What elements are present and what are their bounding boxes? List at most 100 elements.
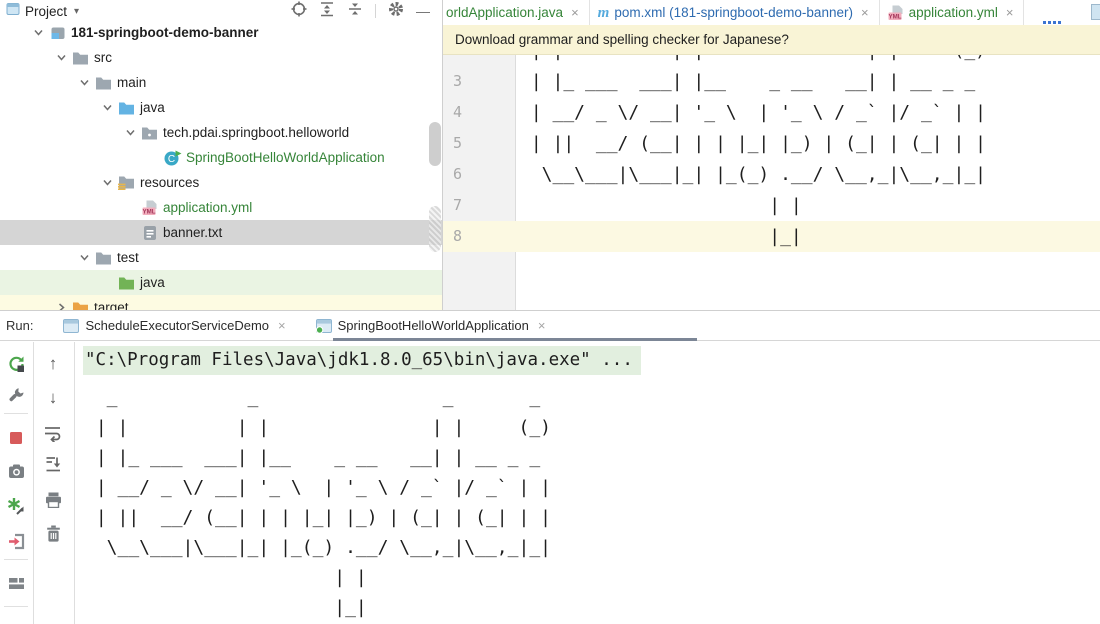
- editor-tab[interactable]: orldApplication.java ×: [443, 0, 590, 25]
- down-stack-icon[interactable]: ↓: [42, 387, 64, 409]
- expand-all-icon[interactable]: [319, 1, 335, 22]
- thread-dump-camera-icon[interactable]: [5, 460, 27, 482]
- separator: [4, 606, 28, 607]
- chevron-right-icon[interactable]: [53, 300, 69, 311]
- run-tab-selected[interactable]: SpringBootHelloWorldApplication ×: [308, 311, 554, 340]
- print-icon[interactable]: [42, 489, 64, 511]
- chevron-down-icon[interactable]: [122, 125, 138, 141]
- tree-item[interactable]: resources: [0, 170, 442, 195]
- folder-icon: [94, 74, 113, 91]
- run-tab[interactable]: ScheduleExecutorServiceDemo×: [55, 311, 293, 340]
- editor-tab-label: application.yml: [909, 5, 998, 20]
- project-view-selector[interactable]: Project ▾: [6, 2, 79, 21]
- tree-item-label: banner.txt: [163, 225, 222, 240]
- yaml-file-icon: YML: [888, 5, 904, 21]
- collapse-all-icon[interactable]: [347, 1, 363, 22]
- scroll-to-end-icon[interactable]: [42, 453, 64, 475]
- separator: [4, 413, 28, 414]
- run-header: Run: ScheduleExecutorServiceDemo× SpringB…: [0, 311, 1100, 341]
- tree-item[interactable]: main: [0, 70, 442, 95]
- settings-wrench-icon[interactable]: [5, 384, 27, 406]
- run-panel-label: Run:: [6, 318, 33, 333]
- notification-banner[interactable]: Download grammar and spelling checker fo…: [443, 25, 1100, 55]
- editor-text[interactable]: _ _ _ _ | | | | | | (_) | |_ ___ ___| |_…: [520, 25, 986, 252]
- coverage-icon[interactable]: [5, 495, 27, 517]
- tree-item-label: target: [94, 300, 129, 310]
- separator: [375, 4, 376, 18]
- chevron-spacer: [122, 225, 138, 241]
- stop-icon[interactable]: [5, 427, 27, 449]
- package-icon: [140, 124, 159, 141]
- separator: [4, 559, 28, 560]
- svg-text:YML: YML: [888, 13, 901, 20]
- editor-tab-bar: orldApplication.java×mpom.xml (181-sprin…: [443, 0, 1100, 25]
- editor-tab[interactable]: YML application.yml ×: [880, 0, 1025, 25]
- tree-item[interactable]: target: [0, 295, 442, 310]
- restore-layout-icon[interactable]: [5, 572, 27, 594]
- tree-item[interactable]: tech.pdai.springboot.helloworld: [0, 120, 442, 145]
- chevron-down-icon[interactable]: [99, 100, 115, 116]
- text-file-icon: [140, 224, 159, 241]
- console-output: _ _ _ _ | | | | | | (_) | |_ ___ ___| |_…: [85, 383, 551, 623]
- project-panel-title: Project: [25, 4, 67, 19]
- svg-text:YML: YML: [142, 208, 155, 215]
- tree-item[interactable]: CSpringBootHelloWorldApplication: [0, 145, 442, 170]
- scrollbar-thumb[interactable]: [429, 122, 441, 166]
- tree-item[interactable]: src: [0, 45, 442, 70]
- tree-item[interactable]: 181-springboot-demo-banner: [0, 20, 442, 45]
- chevron-down-icon[interactable]: [30, 25, 46, 41]
- tree-item-label: java: [140, 100, 165, 115]
- run-tab-label: SpringBootHelloWorldApplication: [338, 318, 529, 333]
- tree-item-label: SpringBootHelloWorldApplication: [186, 150, 385, 165]
- folder-icon: [94, 249, 113, 266]
- up-stack-icon[interactable]: ↑: [42, 353, 64, 375]
- run-console[interactable]: "C:\Program Files\Java\jdk1.8.0_65\bin\j…: [75, 342, 1100, 624]
- console-command-line: "C:\Program Files\Java\jdk1.8.0_65\bin\j…: [83, 346, 641, 375]
- selected-run-tab-underline: [333, 338, 697, 341]
- soft-wrap-icon[interactable]: [42, 422, 64, 444]
- chevron-down-icon[interactable]: [99, 175, 115, 191]
- exit-icon[interactable]: [5, 530, 27, 552]
- tree-item-label: 181-springboot-demo-banner: [71, 25, 259, 40]
- editor-area: orldApplication.java×mpom.xml (181-sprin…: [443, 0, 1100, 310]
- scrollbar-thumb[interactable]: [429, 206, 441, 252]
- tree-item[interactable]: test: [0, 245, 442, 270]
- gear-icon[interactable]: [388, 1, 404, 22]
- project-tree: 181-springboot-demo-banner src main java tec…: [0, 20, 442, 310]
- editor-tab[interactable]: mpom.xml (181-springboot-demo-banner)×: [590, 0, 880, 25]
- close-icon[interactable]: ×: [1006, 5, 1014, 20]
- hide-panel-icon[interactable]: —: [416, 3, 430, 19]
- chevron-down-icon[interactable]: [76, 75, 92, 91]
- target-folder-icon: [71, 299, 90, 310]
- tree-item[interactable]: banner.txt: [0, 220, 442, 245]
- active-tab-indicator: [1043, 21, 1063, 24]
- tool-window-icon: [6, 2, 20, 21]
- locate-file-icon[interactable]: [291, 1, 307, 22]
- close-icon[interactable]: ×: [278, 318, 286, 333]
- close-icon[interactable]: ×: [538, 318, 546, 333]
- clear-all-trash-icon[interactable]: [42, 522, 64, 544]
- chevron-down-icon[interactable]: [53, 50, 69, 66]
- chevron-spacer: [99, 275, 115, 291]
- tree-item[interactable]: YMLapplication.yml: [0, 195, 442, 220]
- tree-item[interactable]: java: [0, 95, 442, 120]
- run-tab-bar: ScheduleExecutorServiceDemo× SpringBootHe…: [55, 311, 567, 340]
- chevron-down-icon[interactable]: [76, 250, 92, 266]
- run-tool-window: Run: ScheduleExecutorServiceDemo× SpringB…: [0, 310, 1100, 624]
- folder-icon: [71, 49, 90, 66]
- line-number: 3: [443, 66, 505, 97]
- editor-tab-label: orldApplication.java: [446, 5, 563, 20]
- tree-item-label: resources: [140, 175, 199, 190]
- tree-item-label: main: [117, 75, 146, 90]
- line-number: 5: [443, 128, 505, 159]
- pin-icon[interactable]: [5, 614, 27, 624]
- rerun-icon[interactable]: [5, 353, 27, 375]
- partial-tab[interactable]: [1091, 4, 1100, 20]
- editor-tab-label: pom.xml (181-springboot-demo-banner): [614, 5, 853, 20]
- console-icon: [63, 319, 79, 333]
- close-icon[interactable]: ×: [571, 5, 579, 20]
- yaml-file-icon: YML: [140, 199, 159, 216]
- tree-item[interactable]: java: [0, 270, 442, 295]
- ide-window: Project ▾ — 181-springboot-demo-banner sr…: [0, 0, 1100, 624]
- close-icon[interactable]: ×: [861, 5, 869, 20]
